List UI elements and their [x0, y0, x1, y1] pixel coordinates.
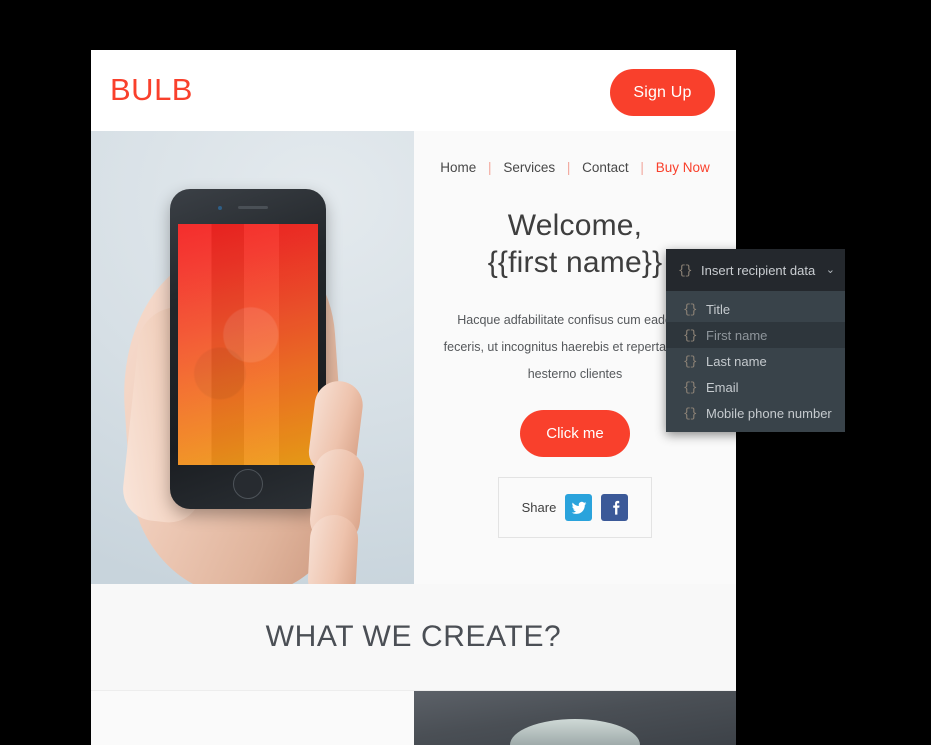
gallery-row: [91, 690, 736, 745]
braces-icon: {}: [683, 353, 698, 369]
facebook-icon[interactable]: [601, 494, 629, 521]
dropdown-item-last-name[interactable]: {} Last name: [666, 348, 845, 374]
nav-separator: |: [566, 160, 571, 175]
dropdown-item-label: Last name: [706, 353, 767, 369]
email-header: BULB Sign Up: [91, 50, 736, 131]
braces-icon: {}: [683, 301, 698, 317]
phone-home-button-icon: [233, 469, 263, 499]
email-template-canvas: BULB Sign Up Home | Services | Contact |…: [91, 50, 736, 745]
insert-recipient-data-dropdown[interactable]: {} Insert recipient data ⌄ {} Title {} F…: [666, 249, 845, 432]
phone-device: [170, 189, 326, 509]
sign-up-button[interactable]: Sign Up: [610, 69, 715, 116]
dropdown-item-title[interactable]: {} Title: [666, 296, 845, 322]
dropdown-item-email[interactable]: {} Email: [666, 374, 845, 400]
braces-icon: {}: [678, 262, 693, 278]
nav-separator: |: [488, 160, 492, 175]
hand-holding-phone-photo: [91, 131, 414, 584]
phone-camera-icon: [218, 206, 222, 210]
what-we-create-section: WHAT WE CREATE?: [91, 584, 736, 690]
share-label: Share: [521, 500, 557, 515]
braces-icon: {}: [683, 405, 698, 421]
finger-shape: [306, 513, 360, 584]
dropdown-item-mobile-phone-number[interactable]: {} Mobile phone number: [666, 400, 845, 426]
braces-icon: {}: [683, 379, 698, 395]
twitter-icon[interactable]: [565, 494, 593, 521]
hero-title-merge-tag: {{first name}}: [487, 246, 663, 279]
dropdown-item-label: Email: [706, 379, 739, 395]
hero-row: Home | Services | Contact | Buy Now Welc…: [91, 131, 736, 584]
dropdown-header-label: Insert recipient data: [701, 262, 816, 278]
gallery-photo-object: [510, 719, 640, 745]
dropdown-item-label: First name: [706, 327, 768, 343]
nav-item-buy-now[interactable]: Buy Now: [656, 160, 710, 175]
chevron-down-icon[interactable]: ⌄: [826, 264, 835, 276]
dropdown-header[interactable]: {} Insert recipient data ⌄: [666, 249, 845, 291]
nav-item-home[interactable]: Home: [440, 160, 476, 175]
share-box: Share: [498, 477, 652, 538]
nav-separator: |: [640, 160, 644, 175]
dropdown-item-first-name[interactable]: {} First name: [666, 322, 845, 348]
screen-pattern: [178, 224, 318, 465]
gallery-cell-photo: [414, 691, 736, 745]
phone-speaker-icon: [238, 206, 268, 209]
nav-item-contact[interactable]: Contact: [582, 160, 629, 175]
section-heading: WHAT WE CREATE?: [265, 620, 562, 653]
dropdown-list: {} Title {} First name {} Last name {} E…: [666, 291, 845, 432]
dropdown-item-label: Mobile phone number: [706, 405, 832, 421]
gallery-cell-empty: [91, 691, 414, 745]
screenshot-stage: BULB Sign Up Home | Services | Contact |…: [0, 0, 931, 745]
hero-title-line1: Welcome,: [507, 209, 643, 242]
nav-menu: Home | Services | Contact | Buy Now: [414, 159, 736, 177]
dropdown-item-label: Title: [706, 301, 731, 317]
braces-icon: {}: [683, 327, 698, 343]
phone-screen: [178, 224, 318, 465]
nav-item-services[interactable]: Services: [503, 160, 555, 175]
click-me-button[interactable]: Click me: [520, 410, 630, 457]
brand-logo: BULB: [110, 72, 193, 107]
